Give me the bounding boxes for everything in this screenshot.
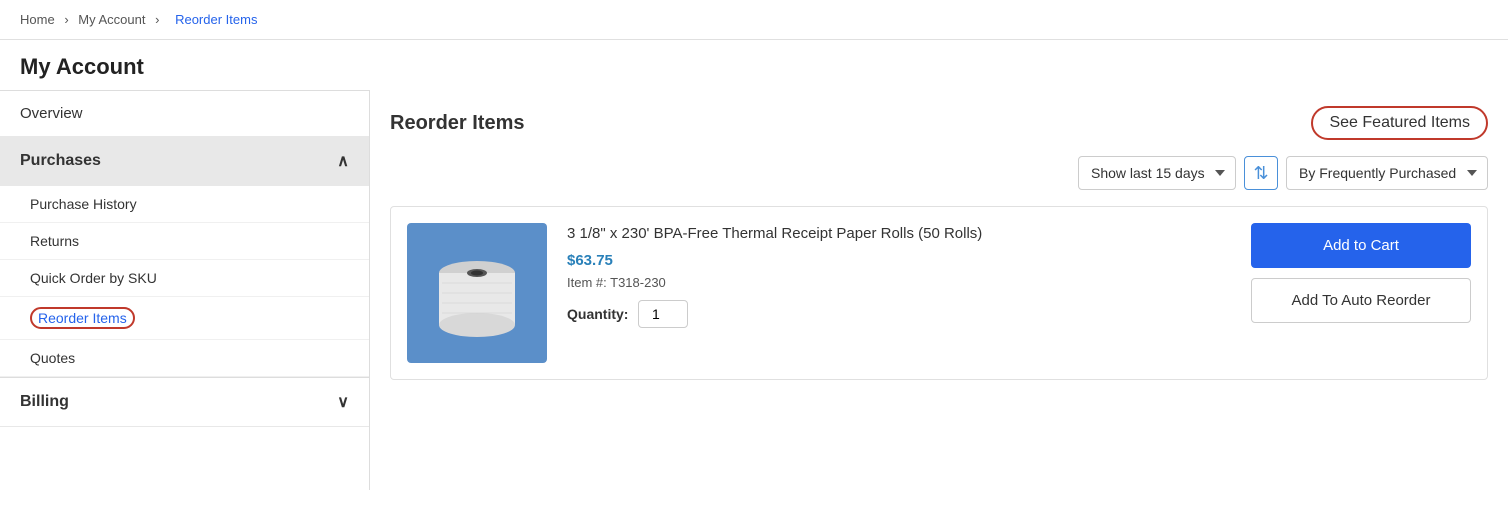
breadcrumb: Home › My Account › Reorder Items — [0, 0, 1508, 40]
sidebar-item-quotes[interactable]: Quotes — [0, 340, 369, 377]
content-title: Reorder Items — [390, 112, 525, 135]
breadcrumb-home[interactable]: Home — [20, 12, 55, 27]
product-price: $63.75 — [567, 252, 1231, 269]
main-layout: Overview Purchases Purchase History Retu… — [0, 90, 1508, 490]
chevron-up-icon — [337, 151, 349, 171]
sidebar-item-purchase-history[interactable]: Purchase History — [0, 186, 369, 223]
breadcrumb-current: Reorder Items — [175, 12, 257, 27]
product-info: 3 1/8" x 230' BPA-Free Thermal Receipt P… — [567, 223, 1231, 328]
sidebar-item-quick-order[interactable]: Quick Order by SKU — [0, 260, 369, 297]
quantity-label: Quantity: — [567, 306, 628, 322]
sort-filter-select[interactable]: By Frequently Purchased By Date By Name — [1286, 156, 1488, 190]
chevron-down-icon — [337, 392, 349, 412]
add-to-cart-button[interactable]: Add to Cart — [1251, 223, 1471, 268]
content-header: Reorder Items See Featured Items — [390, 106, 1488, 140]
breadcrumb-my-account[interactable]: My Account — [78, 12, 145, 27]
add-to-auto-reorder-button[interactable]: Add To Auto Reorder — [1251, 278, 1471, 323]
sidebar-section-purchases[interactable]: Purchases — [0, 137, 369, 186]
sidebar-billing-label: Billing — [20, 393, 69, 411]
time-filter-select[interactable]: Show last 15 days Show last 30 days Show… — [1078, 156, 1236, 190]
sidebar-purchases-label: Purchases — [20, 152, 101, 170]
sort-order-toggle-button[interactable]: ⇅ — [1244, 156, 1278, 190]
product-actions: Add to Cart Add To Auto Reorder — [1251, 223, 1471, 323]
reorder-items-label: Reorder Items — [30, 307, 135, 329]
sidebar: Overview Purchases Purchase History Retu… — [0, 90, 370, 490]
sidebar-item-returns[interactable]: Returns — [0, 223, 369, 260]
sidebar-item-reorder-items[interactable]: Reorder Items — [0, 297, 369, 340]
quantity-row: Quantity: — [567, 300, 1231, 328]
product-image — [407, 223, 547, 363]
filters-row: Show last 15 days Show last 30 days Show… — [390, 156, 1488, 190]
main-content: Reorder Items See Featured Items Show la… — [370, 90, 1508, 490]
sidebar-item-overview[interactable]: Overview — [0, 91, 369, 137]
see-featured-items-button[interactable]: See Featured Items — [1311, 106, 1488, 140]
quantity-input[interactable] — [638, 300, 688, 328]
page-title: My Account — [0, 40, 1508, 90]
product-image-svg — [432, 243, 522, 343]
sort-icon: ⇅ — [1253, 163, 1268, 184]
sku-value: T318-230 — [610, 275, 666, 290]
product-card: 3 1/8" x 230' BPA-Free Thermal Receipt P… — [390, 206, 1488, 380]
sidebar-section-billing[interactable]: Billing — [0, 377, 369, 427]
sku-label: Item #: — [567, 275, 607, 290]
product-sku: Item #: T318-230 — [567, 275, 1231, 290]
product-name: 3 1/8" x 230' BPA-Free Thermal Receipt P… — [567, 223, 1231, 244]
